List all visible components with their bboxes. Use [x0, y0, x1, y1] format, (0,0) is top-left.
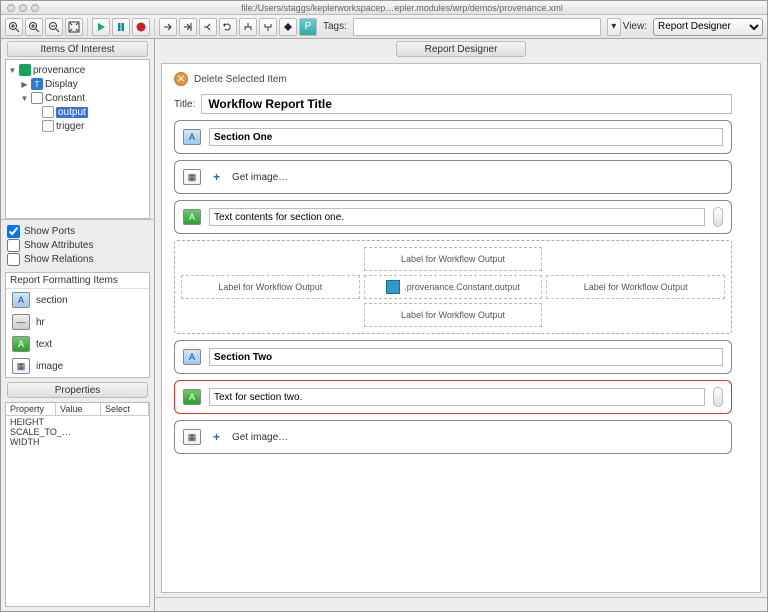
workflow-output-grid[interactable]: Label for Workflow Output Label for Work… [174, 240, 732, 334]
section-icon: A [183, 129, 201, 145]
section-two-input[interactable] [209, 348, 723, 366]
section-one-input[interactable] [209, 128, 723, 146]
wf-label-left[interactable]: Label for Workflow Output [181, 275, 360, 299]
status-bar [155, 597, 767, 611]
delete-label[interactable]: Delete Selected Item [194, 74, 287, 85]
show-ports-checkbox[interactable]: Show Ports [7, 224, 148, 238]
rfi-title: Report Formatting Items [6, 273, 149, 289]
view-label: View: [623, 21, 647, 32]
section-icon: A [183, 349, 201, 365]
image-card[interactable]: ▦ + Get image… [174, 160, 732, 194]
section-icon: A [12, 292, 30, 308]
section-card[interactable]: A [174, 340, 732, 374]
tree-output[interactable]: output [56, 107, 88, 118]
text-card-selected[interactable]: A [174, 380, 732, 414]
zoom-out-button[interactable] [45, 18, 63, 36]
text-card[interactable]: A [174, 200, 732, 234]
get-image-label: Get image… [232, 432, 288, 443]
rfi-section[interactable]: Asection [6, 289, 149, 311]
window-title: file:/Users/staggs/keplerworkspacep…eple… [43, 3, 761, 13]
titlebar: file:/Users/staggs/keplerworkspacep…eple… [1, 1, 767, 15]
plus-icon[interactable]: + [213, 430, 220, 444]
zoom-reset-button[interactable] [25, 18, 43, 36]
prop-row[interactable]: WIDTH [10, 437, 145, 447]
text-icon: A [183, 209, 201, 225]
tree-display[interactable]: Display [45, 79, 78, 90]
hr-icon: — [12, 314, 30, 330]
stop-button[interactable] [132, 18, 150, 36]
rfi-text[interactable]: Atext [6, 333, 149, 355]
prop-row[interactable]: SCALE_TO_… [10, 427, 145, 437]
pause-button[interactable] [112, 18, 130, 36]
arrow-right-button[interactable] [159, 18, 177, 36]
image-icon: ▦ [183, 429, 201, 445]
properties-title: Properties [7, 382, 148, 398]
tags-label: Tags: [323, 21, 347, 32]
step-button[interactable] [179, 18, 197, 36]
prop-row[interactable]: HEIGHT [10, 417, 145, 427]
section-card[interactable]: A [174, 120, 732, 154]
wf-label-top[interactable]: Label for Workflow Output [364, 247, 543, 271]
param-button[interactable]: P [299, 18, 317, 36]
rfi-hr[interactable]: —hr [6, 311, 149, 333]
items-of-interest-title: Items Of Interest [7, 41, 148, 57]
output-port-icon [386, 280, 400, 294]
report-formatting-items: Report Formatting Items Asection —hr Ate… [5, 272, 150, 378]
props-col-property[interactable]: Property [6, 403, 56, 415]
image-icon: ▦ [12, 358, 30, 374]
diamond-button[interactable] [279, 18, 297, 36]
tags-dropdown-button[interactable]: ▾ [607, 18, 621, 36]
tree-options: Show Ports Show Attributes Show Relation… [1, 219, 154, 270]
title-label: Title: [174, 99, 195, 110]
get-image-label: Get image… [232, 172, 288, 183]
branch-button[interactable] [199, 18, 217, 36]
show-relations-checkbox[interactable]: Show Relations [7, 252, 148, 266]
tree-constant[interactable]: Constant [45, 93, 85, 104]
report-designer-canvas[interactable]: ✕ Delete Selected Item Title: A ▦ + Get … [161, 63, 761, 593]
tree-root[interactable]: provenance [33, 65, 85, 76]
view-select[interactable]: Report Designer [653, 18, 763, 36]
zoom-fit-button[interactable] [65, 18, 83, 36]
minimize-icon[interactable] [19, 4, 27, 12]
text-icon: A [183, 389, 201, 405]
report-designer-tab[interactable]: Report Designer [396, 41, 526, 57]
image-card[interactable]: ▦ + Get image… [174, 420, 732, 454]
tree-down-button[interactable] [239, 18, 257, 36]
tree-trigger[interactable]: trigger [56, 121, 84, 132]
wf-label-right[interactable]: Label for Workflow Output [546, 275, 725, 299]
plus-icon[interactable]: + [213, 170, 220, 184]
left-sidebar: Items Of Interest ▼provenance ▶TDisplay … [1, 39, 155, 611]
items-tree[interactable]: ▼provenance ▶TDisplay ▼Constant output t… [5, 59, 150, 219]
wf-center[interactable]: .provenance.Constant.output [364, 275, 543, 299]
run-button[interactable] [92, 18, 110, 36]
drag-handle-icon[interactable] [713, 207, 723, 227]
text-two-input[interactable] [209, 388, 705, 406]
wf-label-bottom[interactable]: Label for Workflow Output [364, 303, 543, 327]
tree-up-button[interactable] [259, 18, 277, 36]
show-attributes-checkbox[interactable]: Show Attributes [7, 238, 148, 252]
tags-input[interactable] [353, 18, 601, 36]
image-icon: ▦ [183, 169, 201, 185]
close-icon[interactable] [7, 4, 15, 12]
props-col-select[interactable]: Select [101, 403, 149, 415]
main-toolbar: P Tags: ▾ View: Report Designer [1, 15, 767, 39]
props-col-value[interactable]: Value [56, 403, 101, 415]
loop-button[interactable] [219, 18, 237, 36]
report-title-input[interactable] [201, 94, 732, 114]
zoom-in-button[interactable] [5, 18, 23, 36]
rfi-image[interactable]: ▦image [6, 355, 149, 377]
properties-panel: Property Value Select HEIGHT SCALE_TO_… … [5, 402, 150, 607]
delete-icon[interactable]: ✕ [174, 72, 188, 86]
text-icon: A [12, 336, 30, 352]
zoom-icon[interactable] [31, 4, 39, 12]
drag-handle-icon[interactable] [713, 387, 723, 407]
text-one-input[interactable] [209, 208, 705, 226]
